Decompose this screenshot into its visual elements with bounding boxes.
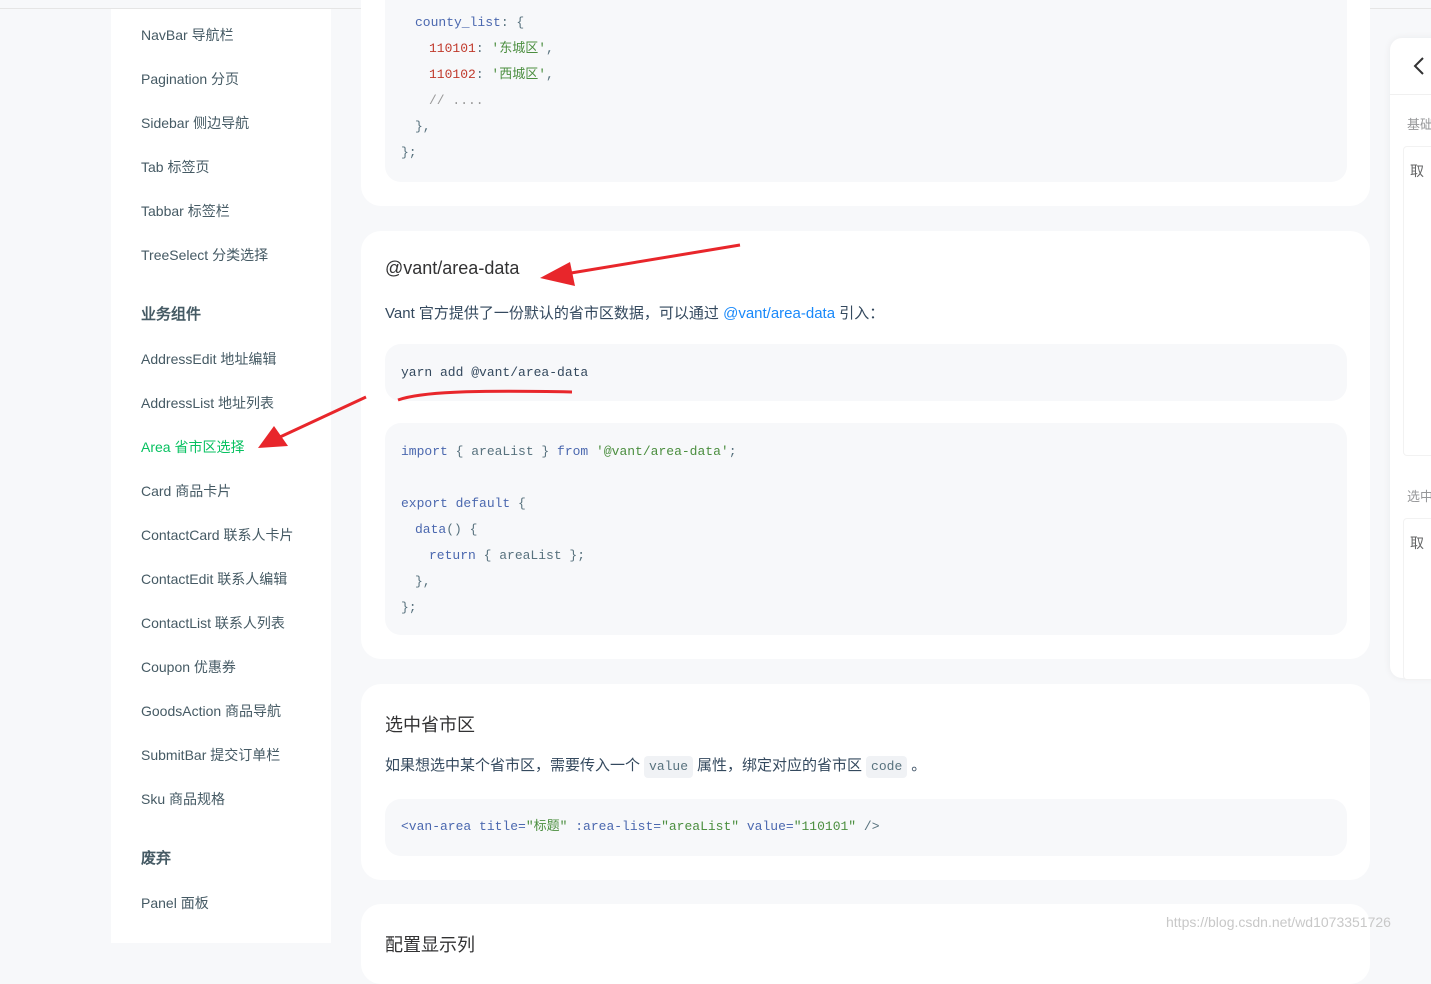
red-underline-annotation bbox=[397, 389, 573, 402]
red-arrow-annotation bbox=[540, 243, 741, 286]
watermark: https://blog.csdn.net/wd1073351726 bbox=[1166, 914, 1391, 930]
annotation-layer bbox=[258, 243, 741, 448]
red-arrow-annotation bbox=[258, 395, 367, 448]
